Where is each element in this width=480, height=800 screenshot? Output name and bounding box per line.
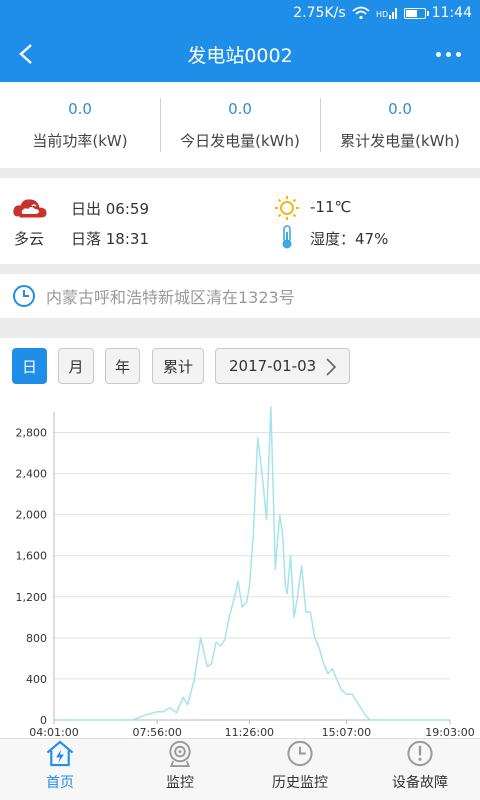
thermometer-icon: [282, 225, 292, 249]
tab-device-fault[interactable]: 设备故障: [360, 739, 480, 800]
more-dot-icon: [435, 51, 441, 57]
home-bolt-icon: [46, 740, 74, 767]
sunrise-time: 日出 06:59: [71, 200, 149, 218]
period-selector: 日 月 年 累计 2017-01-03: [0, 338, 480, 398]
temperature: -11℃: [310, 198, 352, 216]
tab-label: 历史监控: [272, 775, 328, 791]
y-tick-label: 2,000: [16, 509, 48, 522]
stat-today-energy: 0.0 今日发电量(kWh): [160, 82, 320, 168]
power-series-line: [54, 406, 450, 721]
camera-icon: [169, 740, 191, 768]
more-options-button[interactable]: [428, 38, 468, 70]
address-text: 内蒙古呼和浩特新城区清在1323号: [46, 288, 295, 307]
period-month-button[interactable]: 月: [58, 348, 94, 384]
svg-text:HD: HD: [376, 10, 388, 19]
tab-history[interactable]: 历史监控: [240, 739, 360, 800]
tab-home[interactable]: 首页: [0, 739, 120, 800]
x-tick-label: 15:07:00: [322, 726, 371, 738]
more-dot-icon: [455, 51, 461, 57]
y-tick-label: 800: [26, 632, 47, 645]
stat-label: 累计发电量(kWh): [340, 131, 460, 150]
stat-total-energy: 0.0 累计发电量(kWh): [320, 82, 480, 168]
y-tick-label: 1,600: [16, 550, 48, 563]
status-bar: 2.75K/s HD 11:44: [0, 0, 480, 26]
x-tick-label: 19:03:00: [425, 726, 474, 738]
period-total-button[interactable]: 累计: [152, 348, 204, 384]
battery-icon: [403, 7, 429, 19]
weather-panel: 多云 日出 06:59 日落 18:31 -11℃ 湿度：47%: [0, 178, 480, 264]
stat-label: 当前功率(kW): [32, 131, 128, 150]
stat-value: 0.0: [388, 99, 412, 118]
tab-label: 监控: [166, 775, 194, 791]
power-line-chart: 04008001,2001,6002,0002,4002,80004:01:00…: [16, 406, 475, 738]
network-speed: 2.75K/s: [293, 5, 346, 21]
chevron-right-icon: [326, 358, 337, 376]
signal-icon: HD: [376, 6, 398, 20]
x-tick-label: 11:26:00: [225, 726, 274, 738]
power-chart: 0 400 800 1,200 1,600 2,000 2,400 2,800 04:01:00…: [0, 398, 480, 738]
y-tick-label: 2,400: [16, 468, 48, 481]
sun-icon: [275, 196, 299, 220]
humidity: 湿度：47%: [310, 230, 389, 248]
y-tick-label: 1,200: [16, 591, 48, 604]
back-button[interactable]: [10, 38, 42, 70]
y-tick-label: 400: [26, 673, 47, 686]
tab-label: 设备故障: [392, 775, 448, 791]
alert-icon: [407, 740, 433, 767]
stat-current-power: 0.0 当前功率(kW): [0, 82, 160, 168]
sunset-time: 日落 18:31: [71, 230, 149, 248]
app-header: 发电站0002: [0, 26, 480, 82]
wifi-icon: [352, 6, 370, 20]
stat-value: 0.0: [228, 99, 252, 118]
clock-time: 11:44: [431, 5, 472, 21]
clock-location-icon: [13, 285, 35, 307]
period-day-button[interactable]: 日: [12, 348, 47, 384]
page-title: 发电站0002: [187, 44, 293, 67]
more-dot-icon: [445, 51, 451, 57]
date-picker-button[interactable]: 2017-01-03: [215, 348, 350, 384]
weather-condition: 多云: [14, 230, 45, 248]
bottom-tab-bar: 首页 监控 历史监控 设备故障: [0, 738, 480, 800]
tab-label: 首页: [46, 775, 74, 791]
y-tick-label: 2,800: [16, 427, 48, 440]
power-stats: 0.0 当前功率(kW) 0.0 今日发电量(kWh) 0.0 累计发电量(kW…: [0, 82, 480, 168]
cloudy-weather-icon: [13, 199, 47, 218]
station-address: 内蒙古呼和浩特新城区清在1323号: [0, 274, 480, 318]
x-tick-label: 07:56:00: [132, 726, 181, 738]
period-year-button[interactable]: 年: [105, 348, 140, 384]
chevron-left-icon: [19, 44, 32, 64]
selected-date: 2017-01-03: [229, 357, 317, 375]
tab-monitor[interactable]: 监控: [120, 739, 240, 800]
stat-label: 今日发电量(kWh): [180, 131, 300, 150]
stat-value: 0.0: [68, 99, 92, 118]
clock-icon: [287, 740, 313, 767]
x-tick-label: 04:01:00: [29, 726, 78, 738]
